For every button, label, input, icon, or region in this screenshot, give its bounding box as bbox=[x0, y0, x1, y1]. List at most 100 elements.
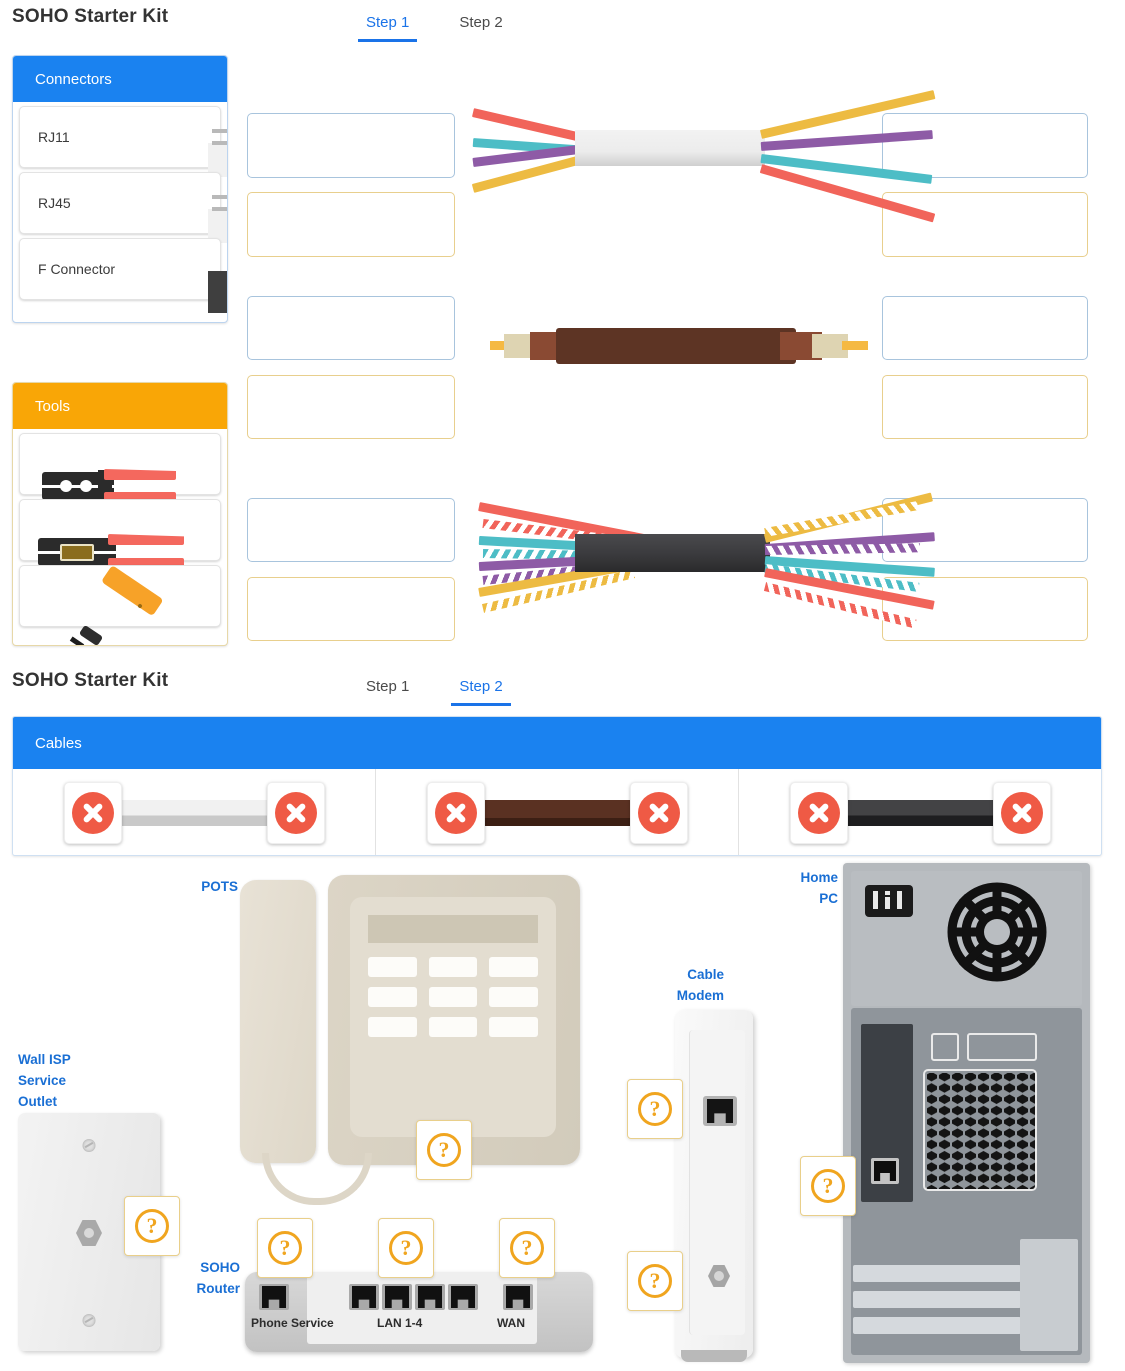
drop-wall-outlet-coax[interactable]: ? bbox=[124, 1196, 180, 1256]
pc-io-box-small bbox=[931, 1033, 959, 1061]
remove-coax-cable-left-button[interactable] bbox=[426, 782, 485, 844]
pots-label-text: POTS bbox=[201, 879, 238, 894]
question-mark-icon: ? bbox=[638, 1264, 672, 1298]
drop-modem-coax[interactable]: ? bbox=[627, 1251, 683, 1311]
cables-panel-header: Cables bbox=[13, 717, 1101, 769]
modem-faceplate bbox=[689, 1030, 745, 1335]
dropzone-row2-left-tool[interactable] bbox=[247, 375, 455, 439]
connector-item-f-connector-label: F Connector bbox=[38, 261, 116, 277]
home-pc-label-line1: Home bbox=[800, 870, 838, 885]
connector-item-rj11[interactable]: RJ11 bbox=[19, 106, 227, 177]
rj45-port-icon bbox=[871, 1158, 899, 1184]
cable-modem-label-line2: Modem bbox=[676, 987, 724, 1003]
router-port-caption-phone-service: Phone Service bbox=[251, 1316, 334, 1330]
dropzone-row3-left-connector[interactable] bbox=[247, 498, 455, 562]
dropzone-row1-left-tool[interactable] bbox=[247, 192, 455, 257]
dropzone-row1-left-connector[interactable] bbox=[247, 113, 455, 178]
dropzone-row1-right-tool[interactable] bbox=[882, 192, 1088, 257]
soho-router-label-line2: Router bbox=[196, 1280, 241, 1296]
tab-step-2[interactable]: Step 2 bbox=[451, 10, 510, 42]
dropzone-row1-right-connector[interactable] bbox=[882, 113, 1088, 178]
rj45-port-icon bbox=[503, 1284, 533, 1310]
cable-art-coaxial bbox=[490, 320, 870, 372]
phone-cable-art bbox=[63, 782, 325, 844]
dropzone-row3-left-tool[interactable] bbox=[247, 577, 455, 641]
step2-tabs: Step 1 Step 2 bbox=[358, 674, 511, 706]
connector-item-rj45-label: RJ45 bbox=[38, 195, 71, 211]
wall-isp-outlet-label-line3: Outlet bbox=[18, 1093, 57, 1109]
connector-item-f-connector[interactable]: F Connector bbox=[19, 238, 227, 313]
soho-router-label-line1: SOHO bbox=[200, 1260, 240, 1275]
pc-io-box-wide bbox=[967, 1033, 1037, 1061]
modem-stand-icon bbox=[681, 1350, 747, 1362]
cable-slot-phone[interactable] bbox=[13, 769, 376, 855]
router-phone-service-port-group[interactable] bbox=[259, 1284, 289, 1310]
phone-handset-icon bbox=[240, 880, 316, 1163]
close-icon bbox=[274, 792, 317, 834]
dropzone-row2-right-connector[interactable] bbox=[882, 296, 1088, 360]
coax-cable-art bbox=[426, 782, 688, 844]
tab-step-1[interactable]: Step 1 bbox=[358, 10, 418, 42]
rj45-port-icon bbox=[415, 1284, 445, 1310]
step1-tabs: Step 1 Step 2 bbox=[358, 10, 511, 42]
cable-modem[interactable] bbox=[675, 1010, 753, 1362]
soho-router[interactable]: Phone Service LAN 1-4 WAN bbox=[245, 1272, 593, 1352]
router-wan-port-group[interactable] bbox=[503, 1284, 533, 1310]
phone-screen-icon bbox=[368, 915, 538, 943]
question-mark-icon: ? bbox=[268, 1231, 302, 1265]
connector-item-rj45[interactable]: RJ45 bbox=[19, 172, 227, 243]
rj45-port-icon bbox=[448, 1284, 478, 1310]
close-icon bbox=[434, 792, 477, 834]
tool-item-crimper[interactable] bbox=[19, 433, 221, 503]
home-pc[interactable] bbox=[843, 863, 1090, 1363]
question-mark-icon: ? bbox=[510, 1231, 544, 1265]
connector-item-rj11-label: RJ11 bbox=[38, 129, 70, 145]
home-pc-label: Home PC bbox=[720, 868, 838, 910]
home-pc-label-line2: PC bbox=[819, 890, 838, 906]
cable-slot-list bbox=[13, 769, 1101, 855]
ethernet-cable-art bbox=[789, 782, 1051, 844]
remove-ethernet-cable-left-button[interactable] bbox=[789, 782, 848, 844]
remove-phone-cable-left-button[interactable] bbox=[63, 782, 122, 844]
remove-coax-cable-right-button[interactable] bbox=[629, 782, 688, 844]
cable-slot-coax[interactable] bbox=[376, 769, 739, 855]
drop-router-phone-service[interactable]: ? bbox=[257, 1218, 313, 1278]
connectors-panel-header: Connectors bbox=[13, 56, 227, 102]
drop-router-wan[interactable]: ? bbox=[499, 1218, 555, 1278]
drop-pc-ethernet[interactable]: ? bbox=[800, 1156, 856, 1216]
tab-step-1-b[interactable]: Step 1 bbox=[358, 674, 417, 706]
remove-ethernet-cable-right-button[interactable] bbox=[992, 782, 1051, 844]
question-mark-icon: ? bbox=[811, 1169, 845, 1203]
dropzone-row2-left-connector[interactable] bbox=[247, 296, 455, 360]
cables-panel: Cables bbox=[12, 716, 1102, 856]
psu-fan-grille-icon bbox=[943, 877, 1051, 987]
cable-modem-label: Cable Modem bbox=[600, 965, 724, 1007]
pc-expansion-slot bbox=[853, 1317, 1021, 1334]
cable-slot-ethernet[interactable] bbox=[739, 769, 1101, 855]
wall-isp-outlet-label-line1: Wall ISP bbox=[18, 1052, 71, 1067]
tab-step-2-b[interactable]: Step 2 bbox=[451, 674, 511, 706]
pots-telephone[interactable] bbox=[240, 875, 580, 1205]
rj45-port-icon bbox=[349, 1284, 379, 1310]
pc-expansion-slot bbox=[853, 1291, 1021, 1308]
router-lan-port-group[interactable] bbox=[349, 1284, 478, 1310]
remove-phone-cable-right-button[interactable] bbox=[266, 782, 325, 844]
dropzone-row2-right-tool[interactable] bbox=[882, 375, 1088, 439]
close-icon bbox=[797, 792, 840, 834]
question-mark-icon: ? bbox=[427, 1133, 461, 1167]
screw-icon bbox=[82, 1314, 96, 1327]
rj45-port-icon bbox=[382, 1284, 412, 1310]
tool-item-stripper[interactable] bbox=[19, 499, 221, 570]
drop-modem-ethernet[interactable]: ? bbox=[627, 1079, 683, 1139]
f-connector-pin-icon bbox=[714, 1271, 724, 1281]
step1-section: SOHO Starter Kit Step 1 Step 2 Connector… bbox=[0, 0, 1125, 660]
drop-pots-phone-line[interactable]: ? bbox=[416, 1120, 472, 1180]
rj45-port-icon bbox=[703, 1096, 737, 1126]
tool-item-punchdown[interactable] bbox=[19, 565, 221, 645]
close-icon bbox=[1000, 792, 1043, 834]
power-socket-icon bbox=[865, 885, 913, 917]
pc-vent-grille-icon bbox=[923, 1069, 1037, 1191]
screw-icon bbox=[82, 1139, 96, 1152]
drop-router-lan[interactable]: ? bbox=[378, 1218, 434, 1278]
f-connector-pin-icon bbox=[84, 1228, 94, 1238]
